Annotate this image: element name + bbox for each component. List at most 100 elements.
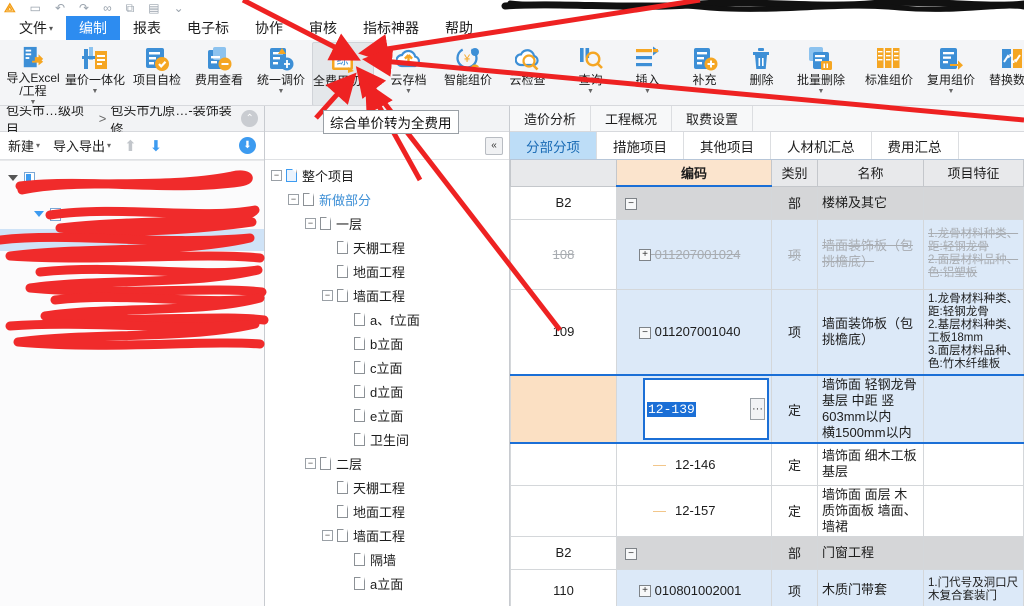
cell-category[interactable]: 部 [771,535,818,570]
menu-bar[interactable]: 文件 ▾ 编制 报表 电子标 协作 审核 指标神器 帮助 [0,16,1024,40]
cell-code[interactable]: —12-157 [616,484,772,537]
column-header-name[interactable]: 名称 [817,160,924,187]
ribbon-button-cloud-archive[interactable]: 云存档 ▼ [380,42,437,105]
cell-name[interactable]: 楼梯及其它 [817,185,924,220]
import-export-button[interactable]: 导入导出 ▾ [53,136,111,155]
cell-category[interactable]: 项 [771,218,818,290]
tree-node[interactable]: d立面 [265,379,509,403]
column-header-rownum[interactable] [510,160,617,187]
analysis-tabs[interactable]: 造价分析 工程概况 取费设置 [510,106,1024,132]
chevron-down-icon[interactable]: ▼ [948,88,955,95]
analysis-tab-1[interactable]: 工程概况 [591,106,673,131]
menu-item-file[interactable]: 文件 ▾ [6,16,66,40]
section-row[interactable]: B2− 部楼梯及其它 [510,185,1024,220]
cell-name[interactable]: 墙饰面 细木工板 基层 [817,442,924,486]
tree-expander-icon[interactable]: − [322,529,333,541]
ribbon-button-reuse-price[interactable]: 复用组价 ▼ [920,42,982,105]
row-expander-icon[interactable]: + [639,585,651,598]
collapse-panel-button[interactable]: « [485,136,503,155]
cell-code[interactable]: + 010801002001 [616,568,772,606]
section-row[interactable]: B2− 部门窗工程 [510,535,1024,570]
ribbon-button-unify-price[interactable]: 统一调价 ▼ [250,42,312,105]
table-row[interactable]: —12-157 定墙饰面 面层 木质饰面板 墙面、墙裙 [510,484,1024,537]
quick-access-toolbar[interactable]: ⟁ ▭ ↶ ↷ ∞ ⧉ ▤ ⌄ [0,0,1024,16]
ribbon-button-search[interactable]: 查询 ▼ [562,42,619,105]
menu-item-review[interactable]: 审核 [296,16,350,40]
cell-category[interactable]: 部 [771,185,818,220]
ribbon-button-supplement[interactable]: 补充 ▼ [676,42,733,105]
tree-panel-toolbar[interactable]: « [265,132,509,160]
cell-category[interactable]: 定 [771,374,818,444]
arrow-up-icon[interactable]: ⬆ [124,137,137,155]
tree-expander-icon[interactable]: − [271,169,282,181]
tree-node[interactable]: − 整个项目 [265,163,509,187]
tree-node[interactable]: − 墙面工程 [265,523,509,547]
tree-expander-icon[interactable]: − [305,457,316,469]
tree-node[interactable]: e立面 [265,403,509,427]
chevron-down-icon[interactable]: ▼ [30,99,37,105]
structure-tree[interactable]: − 整个项目 − 新做部分 − 一层 天棚工程 地面工程 − 墙面工程 a、f立面 b立面 c立面 d立面… [265,160,509,606]
ribbon-toolbar[interactable]: 导入Excel/工程 ▼ 量价一体化 ▼ 项目自检 费用查看 统一调价 ▼ 综全费用切换 云存档 ▼… [0,40,1024,106]
column-header-category[interactable]: 类别 [771,160,818,187]
table-row[interactable]: —12-146 定墙饰面 细木工板 基层 [510,442,1024,486]
cell-name[interactable]: 墙饰面 轻钢龙骨基层 中距 竖603mm以内 横1500mm以内 [817,374,924,444]
section-tabs[interactable]: 分部分项 措施项目 其他项目 人材机汇总 费用汇总 [510,132,1024,160]
row-expander-icon[interactable]: + [639,249,651,262]
cell-category[interactable]: 项 [771,568,818,606]
expander-triangle-icon[interactable] [34,211,44,217]
row-number[interactable]: B2 [510,535,617,570]
window-icon[interactable]: ▤ [148,2,159,14]
tree-node[interactable]: 地面工程 [265,499,509,523]
project-list-redacted[interactable] [0,160,264,606]
breadcrumb[interactable]: 包头市…级项目 > 包头市九原…-装饰装修 ⌃ [0,103,264,137]
row-expander-icon[interactable]: − [625,547,637,560]
tree-node[interactable]: − 二层 [265,451,509,475]
chevron-down-icon[interactable]: ⌄ [174,2,184,14]
menu-item-compile[interactable]: 编制 [66,16,121,40]
row-number[interactable]: B2 [510,185,617,220]
row-number[interactable]: 110 [510,568,617,606]
link-icon[interactable]: ∞ [103,2,112,14]
menu-item-ebid[interactable]: 电子标 [174,16,242,40]
table-row[interactable]: 110 + 010801002001 项木质门带套 1.门代号及洞口尺 木复合套装门 [510,568,1024,606]
table-row[interactable]: 108 + 011207001024 项墙面装饰板（包挑檐底） 1.龙骨材料种类、 距… [510,218,1024,290]
row-number[interactable]: 108 [510,218,617,290]
cell-code[interactable]: − [616,185,772,220]
section-tab-0[interactable]: 分部分项 [510,132,597,159]
cell-code[interactable]: − [616,535,772,570]
chevron-down-icon[interactable]: ▼ [92,88,99,95]
new-button[interactable]: 新建 ▾ [8,136,40,155]
cell-code[interactable]: + 011207001024 [616,218,772,290]
cell-feature[interactable]: 1.门代号及洞口尺 木复合套装门 [923,568,1024,606]
table-row[interactable]: 109− 011207001040 项墙面装饰板（包挑檐底） 1.龙骨材料种类、 距… [510,288,1024,376]
menu-item-indicator[interactable]: 指标神器 [350,16,432,40]
tree-node[interactable]: − 一层 [265,211,509,235]
menu-item-report[interactable]: 报表 [120,16,174,40]
ribbon-button-cloud-check[interactable]: 云检查 [499,42,556,105]
tree-expander-icon[interactable]: − [288,193,299,205]
tree-expander-icon[interactable]: − [322,289,333,301]
row-expander-icon[interactable]: − [625,197,637,210]
editing-row[interactable]: 12-139 ··· 定墙饰面 轻钢龙骨基层 中距 竖603mm以内 横1500mm… [510,374,1024,444]
code-editor[interactable]: 12-139 ··· [643,378,769,440]
undo-icon[interactable]: ↶ [55,2,65,14]
chevron-up-icon[interactable]: ⌃ [241,110,258,127]
expander-triangle-icon[interactable] [8,175,18,181]
column-header-code[interactable]: 编码 [616,160,772,187]
redo-icon[interactable]: ↷ [79,2,89,14]
section-tab-4[interactable]: 费用汇总 [872,132,959,159]
ribbon-button-quantity-price[interactable]: 量价一体化 ▼ [64,42,126,105]
tree-node[interactable]: b立面 [265,331,509,355]
ribbon-button-smart-price[interactable]: ¥ 智能组价 [437,42,499,105]
chevron-down-icon[interactable]: ▼ [644,88,651,95]
ribbon-button-excel-import[interactable]: 导入Excel/工程 ▼ [2,42,64,105]
column-header-feature[interactable]: 项目特征 [923,160,1024,187]
bill-of-quantities-grid[interactable]: 编码 类别 名称 项目特征 B2− 部楼梯及其它 108 + 01120700102… [510,160,1024,606]
cell-feature[interactable] [923,442,1024,486]
chevron-down-icon[interactable]: ▼ [405,88,412,95]
ribbon-button-cost-view[interactable]: 费用查看 [188,42,250,105]
tree-node[interactable]: − 墙面工程 [265,283,509,307]
menu-item-help[interactable]: 帮助 [432,16,486,40]
tree-node[interactable]: c立面 [265,355,509,379]
row-number[interactable] [510,484,617,537]
